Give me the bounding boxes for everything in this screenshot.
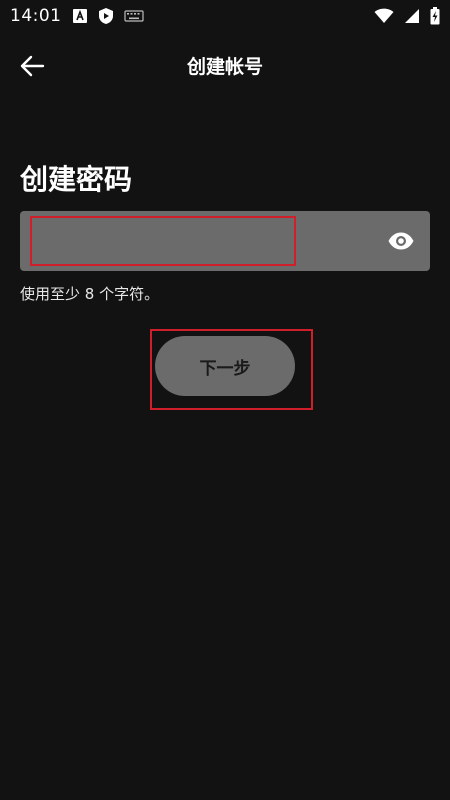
status-bar: 14:01 (0, 0, 450, 32)
keyboard-icon (123, 9, 144, 23)
signal-icon (404, 8, 420, 24)
show-password-button[interactable] (386, 227, 416, 255)
app-bar: 创建帐号 (0, 40, 450, 92)
next-button[interactable]: 下一步 (155, 336, 295, 396)
screen: 14:01 创建帐号 创建密码 使用至少 8 个字符。 下一步 (0, 0, 450, 800)
password-field (20, 211, 430, 271)
password-helper-text: 使用至少 8 个字符。 (20, 285, 160, 303)
shield-play-icon (98, 7, 114, 25)
password-input[interactable] (30, 216, 296, 266)
status-time: 14:01 (10, 6, 62, 26)
app-title: 创建帐号 (186, 56, 263, 78)
status-right (374, 7, 440, 25)
page-heading: 创建密码 (20, 163, 133, 196)
battery-charging-icon (430, 7, 440, 25)
eye-icon (388, 232, 414, 250)
font-a-icon (72, 8, 88, 24)
status-left: 14:01 (10, 6, 144, 26)
wifi-icon (374, 8, 394, 24)
